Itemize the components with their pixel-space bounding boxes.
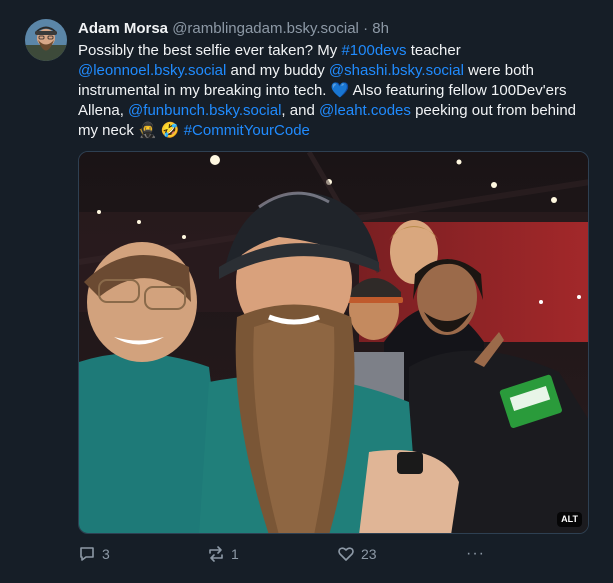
blue-heart-emoji: 💙 <box>330 82 350 99</box>
post-header: Adam Morsa @ramblingadam.bsky.social · 8… <box>78 19 599 39</box>
author-handle[interactable]: @ramblingadam.bsky.social <box>172 20 359 37</box>
text-segment: teacher <box>406 42 461 59</box>
mention-leaht[interactable]: @leaht.codes <box>319 102 411 119</box>
ellipsis-icon: ··· <box>466 545 485 562</box>
repost-arrows-icon <box>207 545 225 563</box>
more-options-button[interactable]: ··· <box>466 543 485 565</box>
heart-icon <box>337 545 355 563</box>
reply-count: 3 <box>102 546 110 562</box>
post-actions: 3 1 23 ··· <box>78 543 599 565</box>
text-segment: , and <box>281 102 319 119</box>
repost-button[interactable]: 1 <box>207 543 239 565</box>
text-segment: Possibly the best selfie ever taken? My <box>78 42 342 59</box>
speech-bubble-icon <box>78 545 96 563</box>
like-count: 23 <box>361 546 377 562</box>
mention-funbunch[interactable]: @funbunch.bsky.social <box>128 102 281 119</box>
alt-text-badge[interactable]: ALT <box>557 512 582 527</box>
header-separator: · <box>363 20 369 37</box>
post-text: Possibly the best selfie ever taken? My … <box>78 41 598 141</box>
mention-shashi[interactable]: @shashi.bsky.social <box>329 62 464 79</box>
post[interactable]: Adam Morsa @ramblingadam.bsky.social · 8… <box>0 0 613 583</box>
hashtag-100devs[interactable]: #100devs <box>341 42 406 59</box>
avatar[interactable] <box>25 19 67 61</box>
post-image[interactable]: ALT <box>78 151 589 534</box>
post-timestamp[interactable]: 8h <box>372 20 389 37</box>
reply-button[interactable]: 3 <box>78 543 110 565</box>
repost-count: 1 <box>231 546 239 562</box>
like-button[interactable]: 23 <box>337 543 377 565</box>
text-segment: and my buddy <box>226 62 329 79</box>
selfie-photo <box>79 152 588 533</box>
hashtag-commityourcode[interactable]: #CommitYourCode <box>184 122 310 139</box>
avatar-image <box>25 19 67 61</box>
mention-leonnoel[interactable]: @leonnoel.bsky.social <box>78 62 226 79</box>
ninja-laughing-emoji: 🥷 🤣 <box>138 122 180 139</box>
author-display-name[interactable]: Adam Morsa <box>78 20 168 37</box>
